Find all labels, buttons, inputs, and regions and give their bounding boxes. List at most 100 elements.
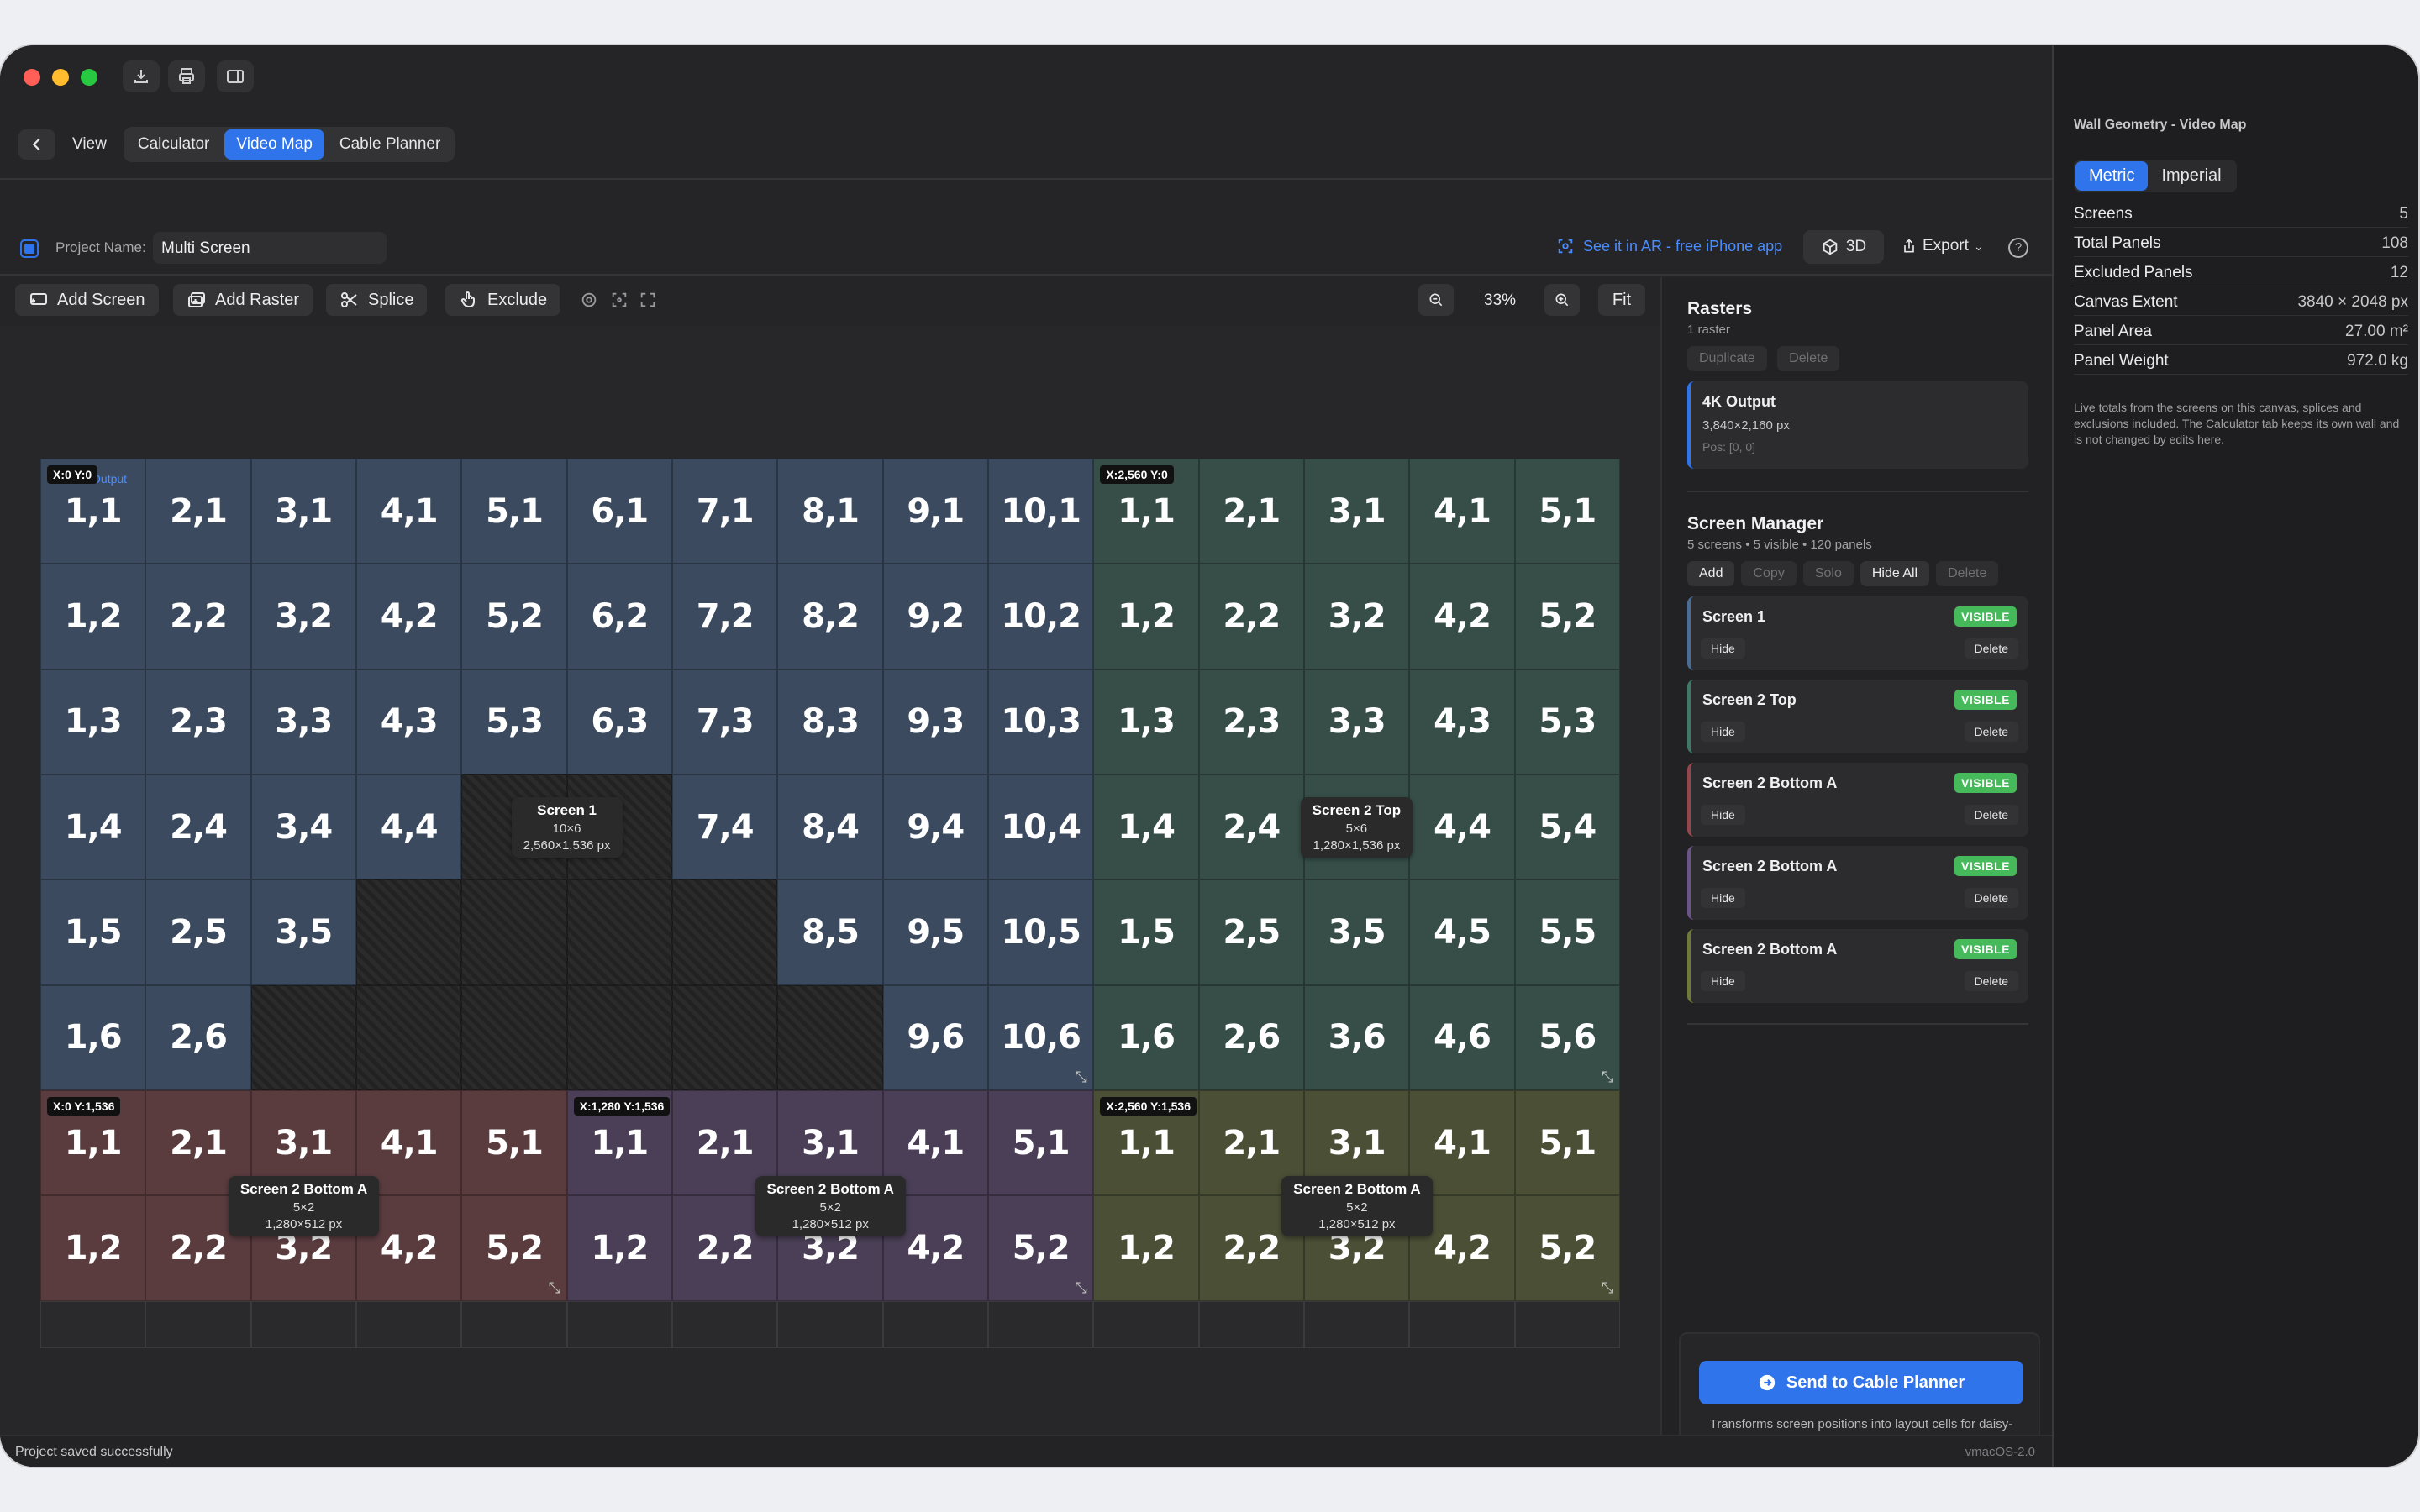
panel-cell[interactable]: 8,5 bbox=[777, 879, 883, 985]
panel-cell[interactable]: 2,5 bbox=[1198, 879, 1304, 985]
panel-cell[interactable]: 5,5 bbox=[1514, 879, 1620, 985]
panel-cell[interactable]: 2,2 bbox=[1198, 564, 1304, 669]
panel-cell[interactable]: 5,1 bbox=[461, 1090, 567, 1196]
zoom-window-button[interactable] bbox=[81, 69, 97, 86]
panel-cell[interactable]: 4,5 bbox=[1409, 879, 1515, 985]
panel-cell[interactable]: 2,1 bbox=[145, 459, 251, 564]
panel-cell[interactable]: 1,5 bbox=[1093, 879, 1199, 985]
download-icon[interactable] bbox=[123, 60, 160, 92]
panel-cell[interactable]: 2,1 bbox=[1198, 459, 1304, 564]
panel-cell[interactable]: 1,2 bbox=[40, 564, 146, 669]
panel-cell[interactable]: 7,1 bbox=[672, 459, 778, 564]
panel-cell[interactable]: 1,3 bbox=[1093, 669, 1199, 774]
close-window-button[interactable] bbox=[24, 69, 40, 86]
panel-cell[interactable]: 1,2 bbox=[1093, 1195, 1199, 1301]
panel-cell[interactable]: 3,2 bbox=[250, 564, 356, 669]
excluded-panel[interactable] bbox=[461, 984, 567, 1090]
panel-cell[interactable]: 9,6 bbox=[882, 984, 988, 1090]
project-name-input[interactable]: Multi Screen bbox=[153, 232, 387, 264]
ar-link[interactable]: See it in AR - free iPhone app bbox=[1556, 237, 1782, 255]
panel-cell[interactable]: 3,5 bbox=[250, 879, 356, 985]
panel-cell[interactable]: 5,1 bbox=[1514, 1090, 1620, 1196]
view-menu[interactable]: View bbox=[62, 135, 117, 154]
excluded-panel[interactable] bbox=[672, 879, 778, 985]
panel-cell[interactable]: 1,2 bbox=[566, 1195, 672, 1301]
fit-button[interactable]: Fit bbox=[1598, 284, 1645, 316]
panel-cell[interactable]: 9,1 bbox=[882, 459, 988, 564]
tab-video-map[interactable]: Video Map bbox=[224, 129, 324, 160]
panel-cell[interactable]: 2,3 bbox=[1198, 669, 1304, 774]
print-icon[interactable] bbox=[168, 60, 205, 92]
panel-cell[interactable]: 2,5 bbox=[145, 879, 251, 985]
zoom-in-button[interactable] bbox=[1544, 284, 1580, 316]
panel-cell[interactable]: 1,6 bbox=[1093, 984, 1199, 1090]
excluded-panel[interactable] bbox=[777, 984, 883, 1090]
panel-cell[interactable]: 7,4 bbox=[672, 774, 778, 880]
panel-cell[interactable]: 1,5 bbox=[40, 879, 146, 985]
panel-cell[interactable]: 5,2 bbox=[461, 564, 567, 669]
panel-cell[interactable]: 6,2 bbox=[566, 564, 672, 669]
panel-cell[interactable]: 1,4 bbox=[1093, 774, 1199, 880]
zoom-out-button[interactable] bbox=[1418, 284, 1454, 316]
hide-all-button[interactable]: Hide All bbox=[1860, 561, 1930, 586]
add-raster-button[interactable]: Add Raster bbox=[173, 284, 313, 316]
panel-cell[interactable]: 6,3 bbox=[566, 669, 672, 774]
hide-screen-button[interactable]: Hide bbox=[1701, 722, 1745, 742]
delete-screen-button[interactable]: Delete bbox=[1936, 561, 1999, 586]
panel-cell[interactable]: 8,3 bbox=[777, 669, 883, 774]
help-button[interactable]: ? bbox=[2008, 238, 2028, 258]
panel-cell[interactable]: 5,1 bbox=[461, 459, 567, 564]
panel-cell[interactable]: 10,3 bbox=[988, 669, 1094, 774]
panel-cell[interactable]: 6,1 bbox=[566, 459, 672, 564]
excluded-panel[interactable] bbox=[461, 879, 567, 985]
panel-cell[interactable]: 1,2 bbox=[40, 1195, 146, 1301]
panel-cell[interactable]: 10,5 bbox=[988, 879, 1094, 985]
units-metric[interactable]: Metric bbox=[2075, 161, 2149, 191]
panel-cell[interactable]: 4,4 bbox=[356, 774, 462, 880]
panel-cell[interactable]: 3,3 bbox=[1304, 669, 1410, 774]
panel-cell[interactable]: 8,1 bbox=[777, 459, 883, 564]
panel-cell[interactable]: 4,6 bbox=[1409, 984, 1515, 1090]
panel-cell[interactable]: 2,6 bbox=[145, 984, 251, 1090]
sidebar-toggle-icon[interactable] bbox=[217, 60, 254, 92]
panel-cell[interactable]: 5,1 bbox=[988, 1090, 1094, 1196]
panel-cell[interactable]: 2,3 bbox=[145, 669, 251, 774]
excluded-panel[interactable] bbox=[356, 879, 462, 985]
copy-screen-button[interactable]: Copy bbox=[1741, 561, 1797, 586]
duplicate-raster-button[interactable]: Duplicate bbox=[1687, 346, 1767, 371]
panel-cell[interactable]: 4,3 bbox=[1409, 669, 1515, 774]
delete-raster-button[interactable]: Delete bbox=[1777, 346, 1840, 371]
hide-screen-button[interactable]: Hide bbox=[1701, 971, 1745, 991]
panel-cell[interactable]: 9,5 bbox=[882, 879, 988, 985]
panel-cell[interactable]: 4,2 bbox=[1409, 564, 1515, 669]
panel-cell[interactable]: 7,2 bbox=[672, 564, 778, 669]
panel-cell[interactable]: 5,1 bbox=[1514, 459, 1620, 564]
panel-cell[interactable]: 2,6 bbox=[1198, 984, 1304, 1090]
hide-screen-button[interactable]: Hide bbox=[1701, 888, 1745, 908]
delete-screen-item-button[interactable]: Delete bbox=[1964, 888, 2018, 908]
panel-cell[interactable]: 9,2 bbox=[882, 564, 988, 669]
screen-item[interactable]: Screen 2 Bottom A VISIBLE Hide Delete bbox=[1687, 846, 2028, 920]
panel-cell[interactable]: 8,4 bbox=[777, 774, 883, 880]
panel-cell[interactable]: 9,3 bbox=[882, 669, 988, 774]
panel-cell[interactable]: 10,1 bbox=[988, 459, 1094, 564]
panel-cell[interactable]: 5,3 bbox=[1514, 669, 1620, 774]
panel-cell[interactable]: 4,3 bbox=[356, 669, 462, 774]
panel-cell[interactable]: 4,1 bbox=[356, 459, 462, 564]
excluded-panel[interactable] bbox=[566, 879, 672, 985]
panel-cell[interactable]: 9,4 bbox=[882, 774, 988, 880]
panel-cell[interactable]: 1,4 bbox=[40, 774, 146, 880]
excluded-panel[interactable] bbox=[356, 984, 462, 1090]
delete-screen-item-button[interactable]: Delete bbox=[1964, 971, 2018, 991]
panel-cell[interactable]: 3,3 bbox=[250, 669, 356, 774]
3d-button[interactable]: 3D bbox=[1803, 230, 1884, 264]
panel-cell[interactable]: 5,4 bbox=[1514, 774, 1620, 880]
panel-cell[interactable]: 2,2 bbox=[145, 564, 251, 669]
exclude-button[interactable]: Exclude bbox=[445, 284, 561, 316]
delete-screen-item-button[interactable]: Delete bbox=[1964, 638, 2018, 659]
add-screen-mgr-button[interactable]: Add bbox=[1687, 561, 1735, 586]
panel-cell[interactable]: 1,3 bbox=[40, 669, 146, 774]
panel-cell[interactable]: 4,1 bbox=[1409, 459, 1515, 564]
excluded-panel[interactable] bbox=[566, 984, 672, 1090]
raster-item[interactable]: 4K Output 3,840×2,160 px Pos: [0, 0] bbox=[1687, 381, 2028, 469]
